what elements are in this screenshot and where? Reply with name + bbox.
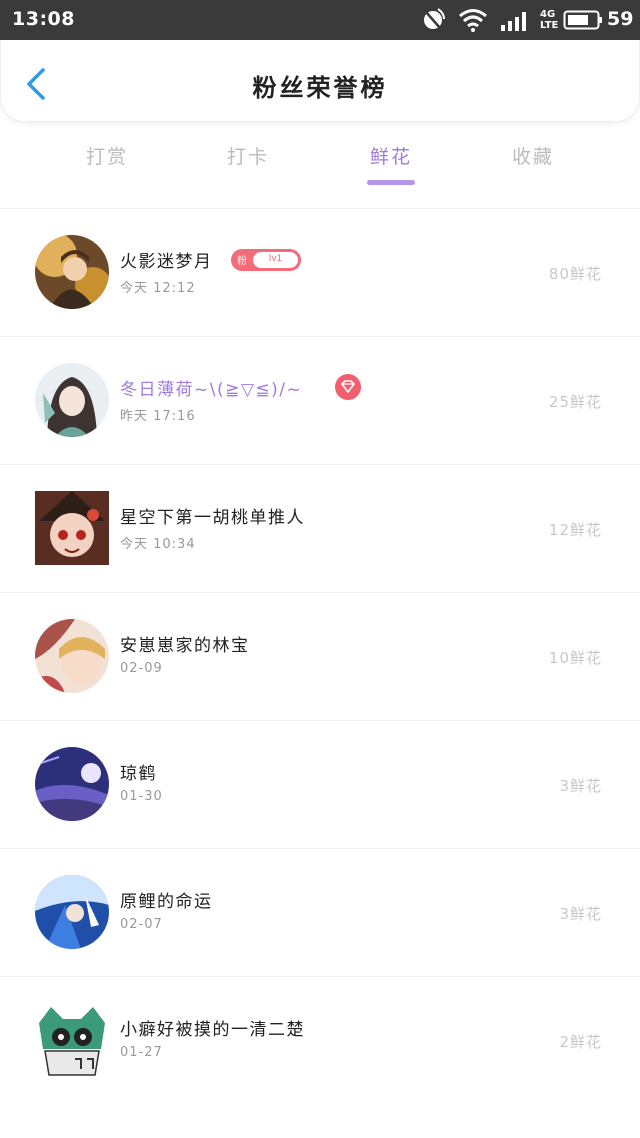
- notification-bell-icon: [424, 8, 445, 29]
- list-item[interactable]: 小癖好被摸的一清二楚 01-27 2鲜花: [0, 976, 640, 1104]
- tab-bar: 打赏 打卡 鲜花 收藏: [0, 122, 640, 190]
- wifi-icon: [459, 9, 487, 32]
- fan-level-badge: 粉 lv1: [231, 249, 301, 271]
- gem-icon: [335, 374, 361, 400]
- battery-level: 59: [607, 8, 634, 30]
- tab-favorites[interactable]: 收藏: [463, 142, 603, 169]
- fan-badge-level: lv1: [268, 254, 283, 264]
- flower-count: 2鲜花: [559, 1033, 602, 1051]
- status-bar: 13:08 4G LTE 59: [0, 0, 640, 40]
- flower-count: 3鲜花: [559, 905, 602, 923]
- timestamp: 01-27: [120, 1045, 163, 1060]
- user-name: 火影迷梦月: [120, 252, 213, 272]
- avatar: [35, 747, 109, 821]
- flower-count: 3鲜花: [559, 777, 602, 795]
- timestamp: 02-07: [120, 917, 163, 932]
- tab-flowers[interactable]: 鲜花: [321, 142, 461, 169]
- header: 粉丝荣誉榜: [0, 40, 640, 122]
- active-tab-indicator: [367, 180, 415, 185]
- fan-badge-label: 粉: [237, 256, 247, 267]
- avatar: [35, 235, 109, 309]
- flower-count: 80鲜花: [548, 265, 602, 283]
- timestamp: 昨天 17:16: [120, 409, 196, 424]
- list-item[interactable]: 安崽崽家的林宝 02-09 10鲜花: [0, 592, 640, 720]
- list-item[interactable]: 冬日薄荷~\(≧▽≦)/~ 昨天 17:16 25鲜花: [0, 336, 640, 464]
- page-title: 粉丝荣誉榜: [252, 74, 388, 102]
- avatar: [35, 1003, 109, 1077]
- timestamp: 今天 12:12: [120, 281, 196, 296]
- network-type: 4G LTE: [540, 9, 559, 31]
- user-name: 琼鹤: [120, 764, 157, 784]
- avatar: [35, 363, 109, 437]
- user-name: 安崽崽家的林宝: [120, 636, 250, 656]
- timestamp: 01-30: [120, 789, 163, 804]
- signal-icon: [501, 12, 526, 31]
- user-name: 冬日薄荷~\(≧▽≦)/~: [120, 380, 303, 400]
- list-item[interactable]: 星空下第一胡桃单推人 今天 10:34 12鲜花: [0, 464, 640, 592]
- flower-count: 10鲜花: [548, 649, 602, 667]
- user-name: 小癖好被摸的一清二楚: [120, 1020, 305, 1040]
- tab-tip[interactable]: 打赏: [37, 142, 177, 169]
- user-name: 星空下第一胡桃单推人: [120, 508, 305, 528]
- user-name: 原鲤的命运: [120, 892, 213, 912]
- avatar: [35, 491, 109, 565]
- list-item[interactable]: 原鲤的命运 02-07 3鲜花: [0, 848, 640, 976]
- status-time: 13:08: [12, 8, 75, 30]
- flower-count: 25鲜花: [548, 393, 602, 411]
- timestamp: 02-09: [120, 661, 163, 676]
- avatar: [35, 875, 109, 949]
- timestamp: 今天 10:34: [120, 537, 196, 552]
- tab-checkin[interactable]: 打卡: [178, 142, 318, 169]
- flower-count: 12鲜花: [548, 521, 602, 539]
- list-item[interactable]: 火影迷梦月 粉 lv1 今天 12:12 80鲜花: [0, 208, 640, 336]
- list-item[interactable]: 琼鹤 01-30 3鲜花: [0, 720, 640, 848]
- battery-icon: [563, 10, 602, 30]
- avatar: [35, 619, 109, 693]
